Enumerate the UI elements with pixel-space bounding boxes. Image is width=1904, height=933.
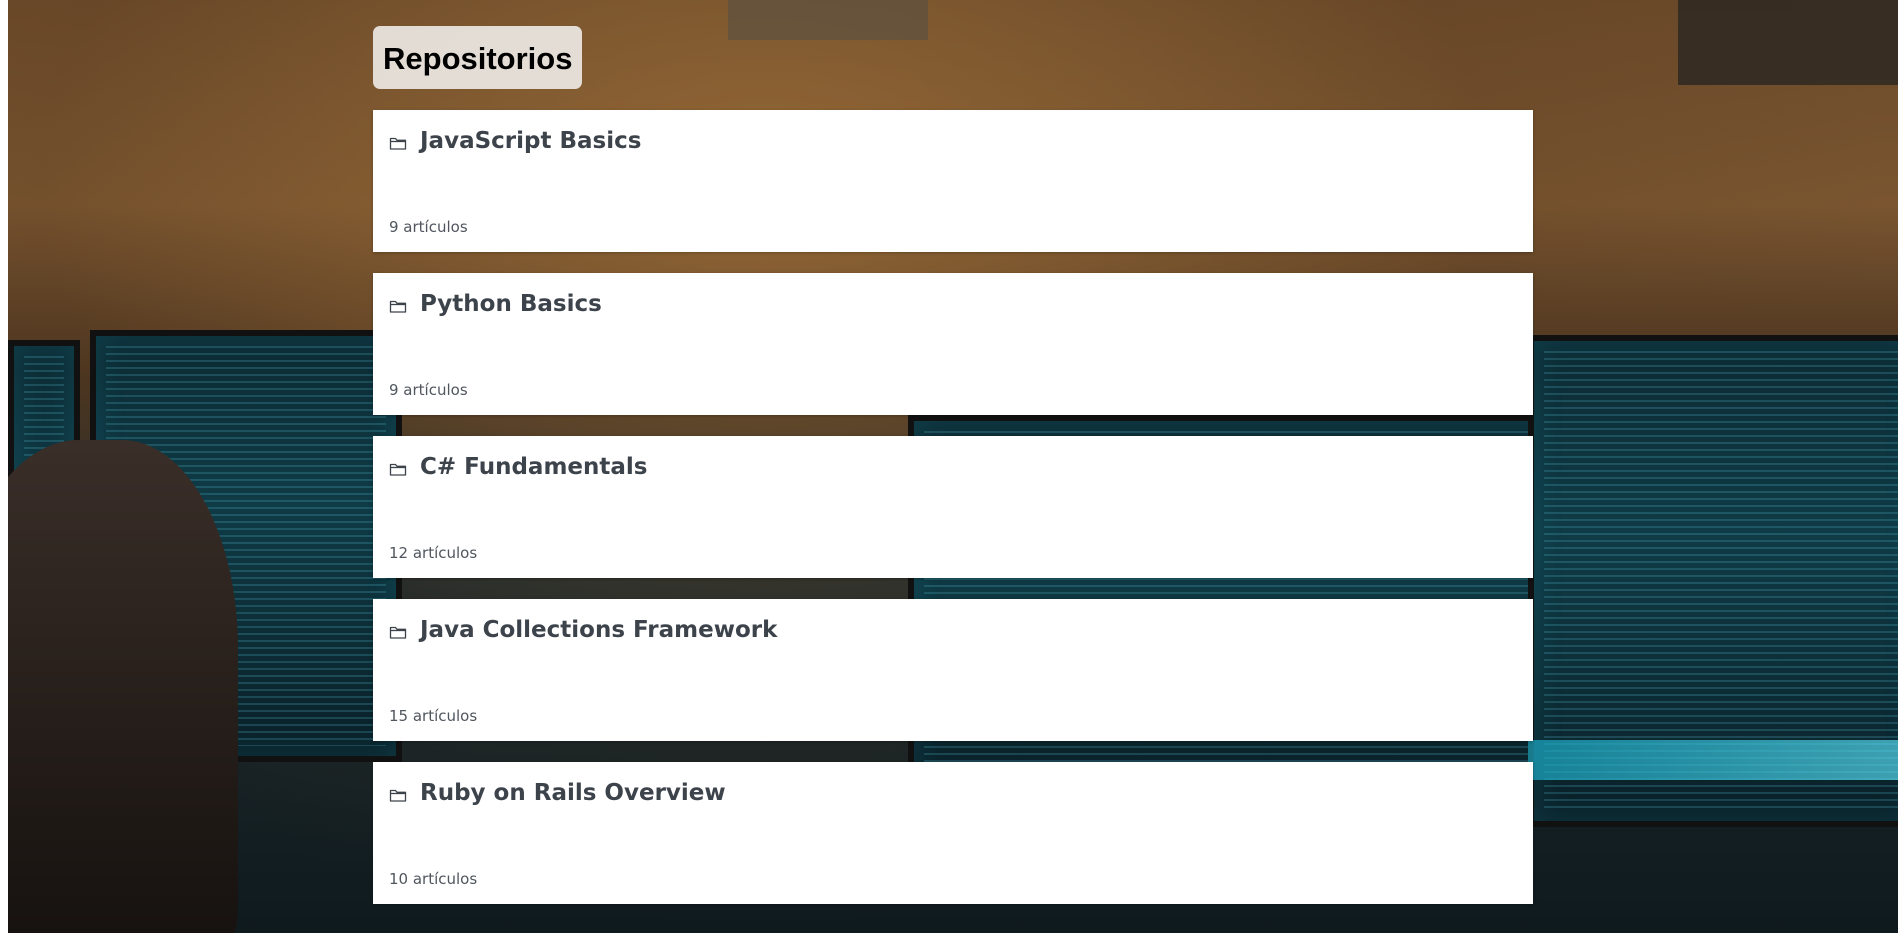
repository-name[interactable]: C# Fundamentals [420, 454, 647, 480]
folder-icon [389, 463, 407, 476]
repository-name[interactable]: Python Basics [420, 291, 602, 317]
background-picture-frame [1678, 0, 1898, 85]
repository-card[interactable]: Ruby on Rails Overview 10 artículos [373, 762, 1533, 904]
background-monitor-glow [1528, 740, 1898, 780]
background-person [8, 440, 238, 933]
repository-name[interactable]: Ruby on Rails Overview [420, 780, 726, 806]
repository-list: JavaScript Basics 9 artículos Python Bas… [373, 110, 1533, 904]
repository-article-count: 9 artículos [389, 218, 468, 236]
repository-card[interactable]: JavaScript Basics 9 artículos [373, 110, 1533, 252]
repository-card[interactable]: C# Fundamentals 12 artículos [373, 436, 1533, 578]
page-title: Repositorios [373, 26, 583, 89]
repository-card[interactable]: Python Basics 9 artículos [373, 273, 1533, 415]
repository-header: Java Collections Framework [389, 617, 777, 643]
repository-header: C# Fundamentals [389, 454, 647, 480]
repository-header: Ruby on Rails Overview [389, 780, 726, 806]
repository-card[interactable]: Java Collections Framework 15 artículos [373, 599, 1533, 741]
repository-article-count: 15 artículos [389, 707, 478, 725]
repository-article-count: 9 artículos [389, 381, 468, 399]
folder-icon [389, 137, 407, 150]
repository-name[interactable]: JavaScript Basics [420, 128, 641, 154]
folder-icon [389, 789, 407, 802]
folder-icon [389, 300, 407, 313]
repository-header: Python Basics [389, 291, 602, 317]
repository-article-count: 12 artículos [389, 544, 478, 562]
folder-icon [389, 626, 407, 639]
repository-header: JavaScript Basics [389, 128, 641, 154]
repository-name[interactable]: Java Collections Framework [420, 617, 777, 643]
repositories-section: Repositorios JavaScript Basics 9 artícul… [373, 26, 1533, 925]
repository-article-count: 10 artículos [389, 870, 478, 888]
